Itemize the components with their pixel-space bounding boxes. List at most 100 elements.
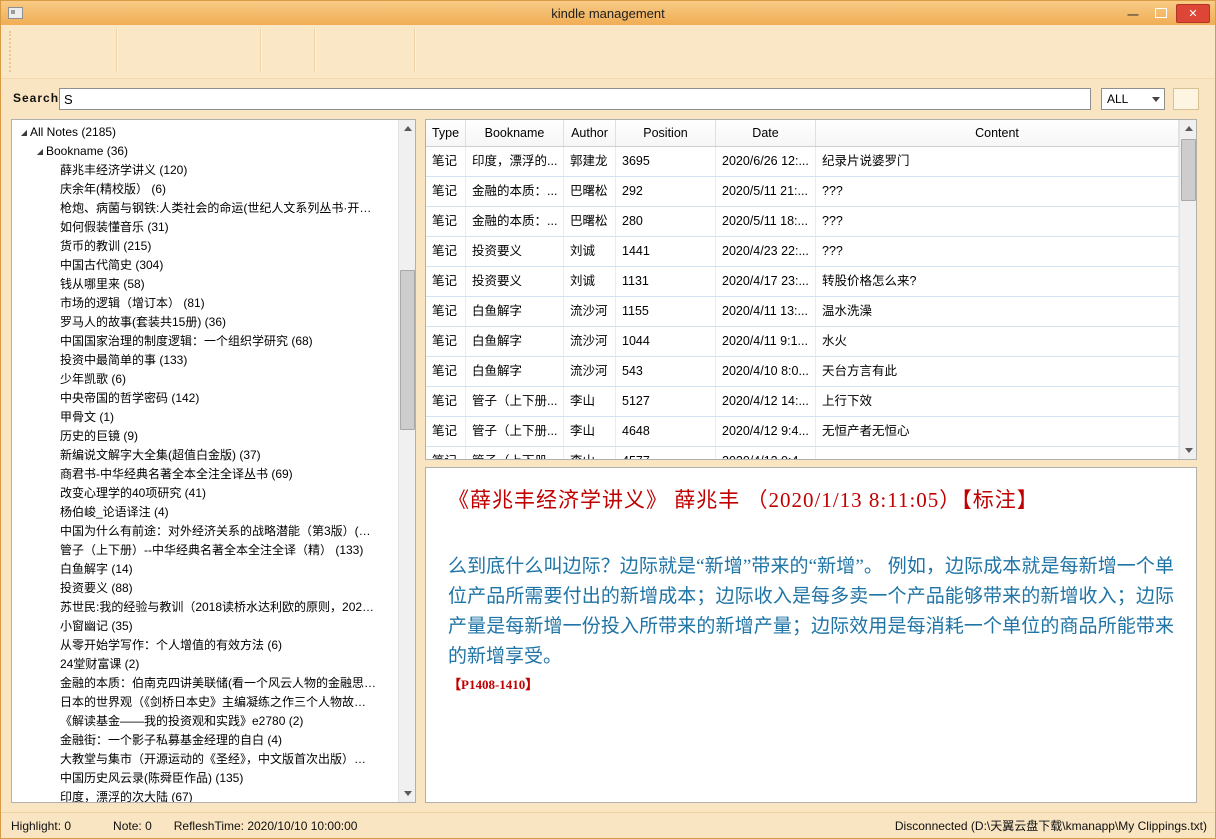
tree-item-book[interactable]: 如何假装懂音乐 (31) — [12, 218, 398, 237]
cell-type: 笔记 — [426, 417, 466, 446]
cell-position: 1155 — [616, 297, 716, 326]
tree-item-book[interactable]: 甲骨文 (1) — [12, 408, 398, 427]
table-header-cell[interactable]: Date — [716, 120, 816, 146]
tree-item-book[interactable]: 金融街：一个影子私募基金经理的自白 (4) — [12, 731, 398, 750]
table-row[interactable]: 笔记 白鱼解字 流沙河 1155 2020/4/11 13:... 温水洗澡 — [426, 297, 1179, 327]
table-row[interactable]: 笔记 管子（上下册... 李山 5127 2020/4/12 14:... 上行… — [426, 387, 1179, 417]
table-row[interactable]: 笔记 管子（上下册... 李山 4648 2020/4/12 9:4... 无恒… — [426, 417, 1179, 447]
filter-dropdown[interactable]: ALL — [1101, 88, 1165, 110]
table-scrollbar[interactable] — [1179, 120, 1196, 459]
tree-item-label: 历史的巨镜 (9) — [60, 429, 138, 443]
cell-position: 4577 — [616, 447, 716, 459]
scroll-up-icon[interactable] — [399, 120, 416, 137]
cell-type: 笔记 — [426, 207, 466, 236]
tree-item-book[interactable]: 白鱼解字 (14) — [12, 560, 398, 579]
scroll-up-icon[interactable] — [1180, 120, 1197, 137]
status-highlight-count: Highlight: 0 — [11, 819, 71, 833]
tree-item-book[interactable]: 少年凯歌 (6) — [12, 370, 398, 389]
maximize-button[interactable] — [1148, 4, 1174, 22]
table-header-cell[interactable]: Author — [564, 120, 616, 146]
tree-item-book[interactable]: 中国为什么有前途：对外经济关系的战略潜能（第3版）(… — [12, 522, 398, 541]
expand-icon[interactable] — [34, 142, 46, 161]
table-row[interactable]: 笔记 投资要义 刘诚 1131 2020/4/17 23:... 转股价格怎么来… — [426, 267, 1179, 297]
tree-scrollbar[interactable] — [398, 120, 415, 802]
tree-item-book[interactable]: 《解读基金——我的投资观和实践》e2780 (2) — [12, 712, 398, 731]
tree-item-book[interactable]: 投资中最简单的事 (133) — [12, 351, 398, 370]
cell-content: ??? — [816, 207, 1179, 236]
tree-item-label: 苏世民:我的经验与教训（2018读桥水达利欧的原则，202… — [60, 600, 374, 614]
note-detail: 《薛兆丰经济学讲义》 薛兆丰 （2020/1/13 8:11:05）【标注】 么… — [426, 468, 1196, 709]
cell-author: 流沙河 — [564, 297, 616, 326]
scroll-down-icon[interactable] — [399, 785, 416, 802]
tree-item-book[interactable]: 薛兆丰经济学讲义 (120) — [12, 161, 398, 180]
tree-item-book[interactable]: 商君书-中华经典名著全本全注全译丛书 (69) — [12, 465, 398, 484]
tree-item-book[interactable]: 中国国家治理的制度逻辑：一个组织学研究 (68) — [12, 332, 398, 351]
cell-bookname: 管子（上下册... — [466, 447, 564, 459]
tree-item-book[interactable]: 中央帝国的哲学密码 (142) — [12, 389, 398, 408]
app-window: kindle management Search ALL All Notes (… — [0, 0, 1216, 839]
minimize-button[interactable] — [1120, 4, 1146, 22]
tree-item-book[interactable]: 货币的教训 (215) — [12, 237, 398, 256]
tree-item-book[interactable]: 金融的本质：伯南克四讲美联储(看一个风云人物的金融思… — [12, 674, 398, 693]
search-action-button[interactable] — [1173, 88, 1199, 110]
tree-item-book[interactable]: 苏世民:我的经验与教训（2018读桥水达利欧的原则，202… — [12, 598, 398, 617]
tree-root-all-notes[interactable]: All Notes (2185) — [12, 123, 398, 142]
tree-item-book[interactable]: 大教堂与集市（开源运动的《圣经》，中文版首次出版）… — [12, 750, 398, 769]
tree-item-book[interactable]: 小窗幽记 (35) — [12, 617, 398, 636]
tree-item-book[interactable]: 投资要义 (88) — [12, 579, 398, 598]
tree-item-book[interactable]: 中国历史风云录(陈舜臣作品) (135) — [12, 769, 398, 788]
table-row[interactable]: 笔记 白鱼解字 流沙河 543 2020/4/10 8:0... 天台方言有此 — [426, 357, 1179, 387]
cell-bookname: 管子（上下册... — [466, 387, 564, 416]
tree-group-bookname[interactable]: Bookname (36) — [12, 142, 398, 161]
scroll-down-icon[interactable] — [1180, 442, 1197, 459]
table-header-cell[interactable]: Content — [816, 120, 1179, 146]
detail-body: 么到底什么叫边际？边际就是“新增”带来的“新增”。 例如，边际成本就是每新增一个… — [448, 552, 1174, 672]
tree-item-book[interactable]: 庆余年(精校版） (6) — [12, 180, 398, 199]
table-header-cell[interactable]: Type — [426, 120, 466, 146]
table-scrollbar-thumb[interactable] — [1181, 139, 1196, 201]
tree-item-book[interactable]: 从零开始学写作：个人增值的有效方法 (6) — [12, 636, 398, 655]
cell-bookname: 管子（上下册... — [466, 417, 564, 446]
tree-item-book[interactable]: 日本的世界观（《剑桥日本史》主编凝练之作三个人物故… — [12, 693, 398, 712]
tree-item-book[interactable]: 历史的巨镜 (9) — [12, 427, 398, 446]
tree-item-book[interactable]: 管子（上下册）--中华经典名著全本全注全译（精） (133) — [12, 541, 398, 560]
table-header-cell[interactable]: Position — [616, 120, 716, 146]
cell-author: 郭建龙 — [564, 147, 616, 176]
table-row[interactable]: 笔记 投资要义 刘诚 1441 2020/4/23 22:... ??? — [426, 237, 1179, 267]
tree-item-book[interactable]: 新编说文解字大全集(超值白金版) (37) — [12, 446, 398, 465]
tree-item-book[interactable]: 改变心理学的40项研究 (41) — [12, 484, 398, 503]
expand-icon[interactable] — [18, 123, 30, 142]
window-title: kindle management — [1, 6, 1215, 21]
cell-type: 笔记 — [426, 147, 466, 176]
tree-item-label: 金融的本质：伯南克四讲美联储(看一个风云人物的金融思… — [60, 676, 376, 690]
tree-item-book[interactable]: 市场的逻辑（增订本） (81) — [12, 294, 398, 313]
tree-item-book[interactable]: 印度，漂浮的次大陆 (67) — [12, 788, 398, 802]
status-connection: Disconnected (D:\天翼云盘下载\kmanapp\My Clipp… — [895, 817, 1207, 834]
tree-item-label: 市场的逻辑（增订本） (81) — [60, 296, 205, 310]
table-row[interactable]: 笔记 印度，漂浮的... 郭建龙 3695 2020/6/26 12:... 纪… — [426, 147, 1179, 177]
table-header-cell[interactable]: Bookname — [466, 120, 564, 146]
table-row[interactable]: 笔记 白鱼解字 流沙河 1044 2020/4/11 9:1... 水火 — [426, 327, 1179, 357]
detail-position-range: 【P1408-1410】 — [448, 674, 1174, 693]
cell-author: 刘诚 — [564, 267, 616, 296]
table-header-row: Type Bookname Author Position Date Conte… — [426, 120, 1179, 147]
cell-date: 2020/6/26 12:... — [716, 147, 816, 176]
filter-dropdown-value: ALL — [1107, 92, 1128, 106]
tree-item-book[interactable]: 杨伯峻_论语译注 (4) — [12, 503, 398, 522]
tree-item-book[interactable]: 24堂财富课 (2) — [12, 655, 398, 674]
tree-item-book[interactable]: 中国古代简史 (304) — [12, 256, 398, 275]
close-button[interactable] — [1176, 4, 1210, 23]
tree-item-book[interactable]: 枪炮、病菌与钢铁:人类社会的命运(世纪人文系列丛书·开… — [12, 199, 398, 218]
tree-item-label: 24堂财富课 (2) — [60, 657, 139, 671]
tree-item-label: 小窗幽记 (35) — [60, 619, 133, 633]
search-input[interactable] — [59, 88, 1091, 110]
cell-bookname: 金融的本质：... — [466, 177, 564, 206]
table-row[interactable]: 笔记 金融的本质：... 巴曙松 280 2020/5/11 18:... ??… — [426, 207, 1179, 237]
tree-item-book[interactable]: 钱从哪里来 (58) — [12, 275, 398, 294]
cell-author: 巴曙松 — [564, 207, 616, 236]
cell-date: 2020/4/10 8:0... — [716, 357, 816, 386]
tree-scrollbar-thumb[interactable] — [400, 270, 415, 430]
table-row[interactable]: 笔记 管子（上下册... 李山 4577 2020/4/12 9:4... — [426, 447, 1179, 459]
table-row[interactable]: 笔记 金融的本质：... 巴曙松 292 2020/5/11 21:... ??… — [426, 177, 1179, 207]
tree-item-book[interactable]: 罗马人的故事(套装共15册) (36) — [12, 313, 398, 332]
